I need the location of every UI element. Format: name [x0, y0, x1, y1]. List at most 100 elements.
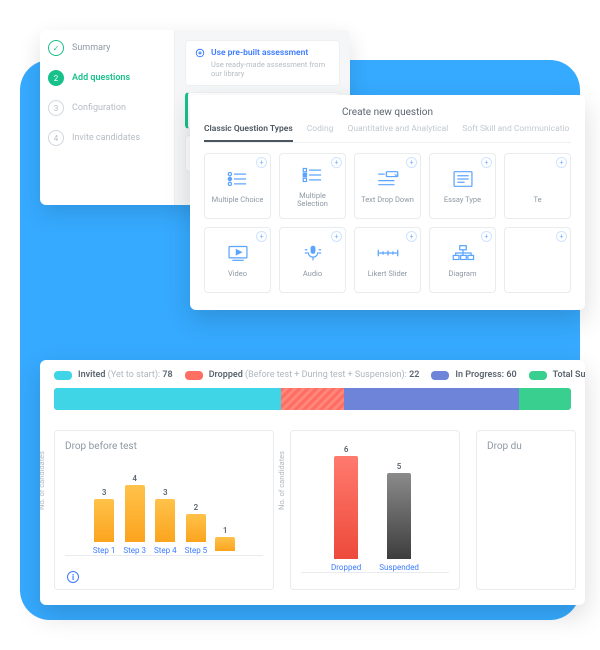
qtype-tile-essay-type[interactable]: + Essay Type — [429, 153, 496, 219]
chart-title: Drop before test — [65, 441, 263, 452]
plus-circle-icon — [195, 48, 205, 58]
qtype-tile-multiple-choice[interactable]: + Multiple Choice — [204, 153, 271, 219]
bar-column — [387, 473, 411, 559]
bar-column — [94, 499, 114, 542]
bar-column — [155, 499, 175, 542]
bar-value: 6 — [344, 445, 349, 454]
tile-label: Diagram — [445, 270, 479, 278]
tile-label: Text Drop Down — [358, 196, 417, 204]
plus-badge-icon: + — [256, 157, 267, 168]
qtype-tile-multiple-selection[interactable]: +Multiple Selection — [279, 153, 346, 219]
legend-detail: (Yet to start): — [108, 370, 160, 380]
qtype-tile-text-drop-down[interactable]: + Text Drop Down — [354, 153, 421, 219]
chip-icon — [185, 371, 203, 380]
bar-label: Suspended — [379, 563, 419, 572]
plus-badge-icon: + — [481, 231, 492, 242]
bar: 5 Suspended — [379, 462, 419, 572]
info-icon[interactable]: i — [67, 571, 79, 583]
bar-label: Step 1 — [93, 546, 116, 555]
question-types-card: Create new question Classic Question Typ… — [190, 95, 585, 310]
bar-label: Step 5 — [185, 546, 208, 555]
bar: 1 — [215, 526, 235, 555]
y-axis-label: No. of candidates — [40, 451, 46, 510]
bar-column — [215, 537, 235, 551]
qtype-tabs: Classic Question Types Coding Quantitative… — [204, 124, 571, 143]
bar-value: 4 — [132, 474, 137, 483]
qtype-tile-video[interactable]: + Video — [204, 227, 271, 293]
panel-title: Create new question — [204, 107, 571, 118]
wizard-step-2[interactable]: 3 Configuration — [48, 100, 166, 116]
chip-icon — [431, 371, 449, 380]
step-label: Summary — [72, 43, 110, 53]
chart-drop-status: No. of candidates 6Dropped5Suspended — [290, 430, 460, 590]
segment — [54, 388, 281, 410]
bar-label: Step 3 — [123, 546, 146, 555]
option-title: Use pre-built assessment — [211, 48, 308, 58]
candidate-stats-card: Invited (Yet to start): 78 Dropped (Befo… — [40, 360, 585, 605]
legend-value: 60 — [506, 370, 516, 380]
qtype-tab-3[interactable]: Soft Skill and Communicatio — [462, 124, 569, 142]
step-label: Configuration — [72, 103, 126, 113]
segment — [344, 388, 518, 410]
step-label: Add questions — [72, 73, 130, 83]
bar-value: 5 — [397, 462, 402, 471]
legend-dropped: Dropped (Before test + During test + Sus… — [185, 370, 420, 380]
qtype-tile-likert-slider[interactable]: + Likert Slider — [354, 227, 421, 293]
qtype-tile-diagram[interactable]: + Diagram — [429, 227, 496, 293]
plus-badge-icon: + — [331, 231, 342, 242]
plus-badge-icon: + — [556, 157, 567, 168]
y-axis-label: No. of candidates — [277, 451, 286, 510]
plus-badge-icon: + — [256, 231, 267, 242]
tile-label: Video — [225, 270, 250, 278]
tile-label: Te — [530, 196, 544, 204]
chip-icon — [54, 371, 72, 380]
plus-badge-icon: + — [481, 157, 492, 168]
wizard-step-1[interactable]: 2 Add questions — [48, 70, 166, 86]
legend-progress: In Progress: 60 — [431, 370, 516, 380]
wizard-step-0[interactable]: ✓ Summary — [48, 40, 166, 56]
bar-column — [186, 514, 206, 542]
plus-badge-icon: + — [406, 231, 417, 242]
legend-value: 22 — [409, 370, 419, 380]
bar-label: Dropped — [331, 563, 361, 572]
step-number-icon: ✓ — [48, 40, 64, 56]
plus-badge-icon: + — [406, 157, 417, 168]
bar-column — [334, 456, 358, 559]
legend-total: Total Su — [529, 370, 585, 380]
qtype-tab-1[interactable]: Coding — [307, 124, 334, 142]
wizard-option-0[interactable]: Use pre-built assessment Use ready-made a… — [185, 40, 340, 86]
bar-label: Step 4 — [154, 546, 177, 555]
tile-label: Audio — [300, 270, 325, 278]
plus-badge-icon: + — [556, 231, 567, 242]
qtype-tile-blank[interactable]: + — [504, 227, 571, 293]
wizard-steps: ✓ Summary 2 Add questions 3 Configuration 4Inv… — [40, 30, 175, 205]
qtype-tile-audio[interactable]: + Audio — [279, 227, 346, 293]
option-subtitle: Use ready-made assessment from our libra… — [211, 60, 330, 78]
bar-column — [125, 485, 145, 542]
legend-invited: Invited (Yet to start): 78 — [54, 370, 173, 380]
wizard-step-3[interactable]: 4Invite candidates — [48, 130, 166, 146]
segment — [281, 388, 345, 410]
chart-drop-during-test: Drop du — [476, 430, 576, 590]
tile-label: Multiple Selection — [280, 192, 345, 209]
bar: 3Step 4 — [154, 488, 177, 555]
qtype-tile-te[interactable]: + Te — [504, 153, 571, 219]
tile-label: Essay Type — [441, 196, 484, 204]
bar: 4 Step 3 — [123, 474, 146, 555]
tile-label: Multiple Choice — [209, 196, 267, 204]
legend-label: In Progress: — [455, 370, 504, 380]
chart-title: Drop du — [487, 441, 565, 452]
step-label: Invite candidates — [72, 133, 140, 143]
step-number-icon: 2 — [48, 70, 64, 86]
bar-value: 1 — [223, 526, 228, 535]
bar: 2 Step 5 — [185, 503, 208, 555]
bar-value: 2 — [194, 503, 199, 512]
legend-label: Dropped — [209, 370, 243, 380]
legend-label: Total Su — [553, 370, 585, 380]
bar-value: 3 — [102, 488, 107, 497]
tile-label: Likert Slider — [365, 270, 410, 278]
qtype-tab-2[interactable]: Quantitative and Analytical — [347, 124, 448, 142]
qtype-tab-0[interactable]: Classic Question Types — [204, 124, 293, 142]
step-number-icon: 3 — [48, 100, 64, 116]
legend-label: Invited — [78, 370, 105, 380]
